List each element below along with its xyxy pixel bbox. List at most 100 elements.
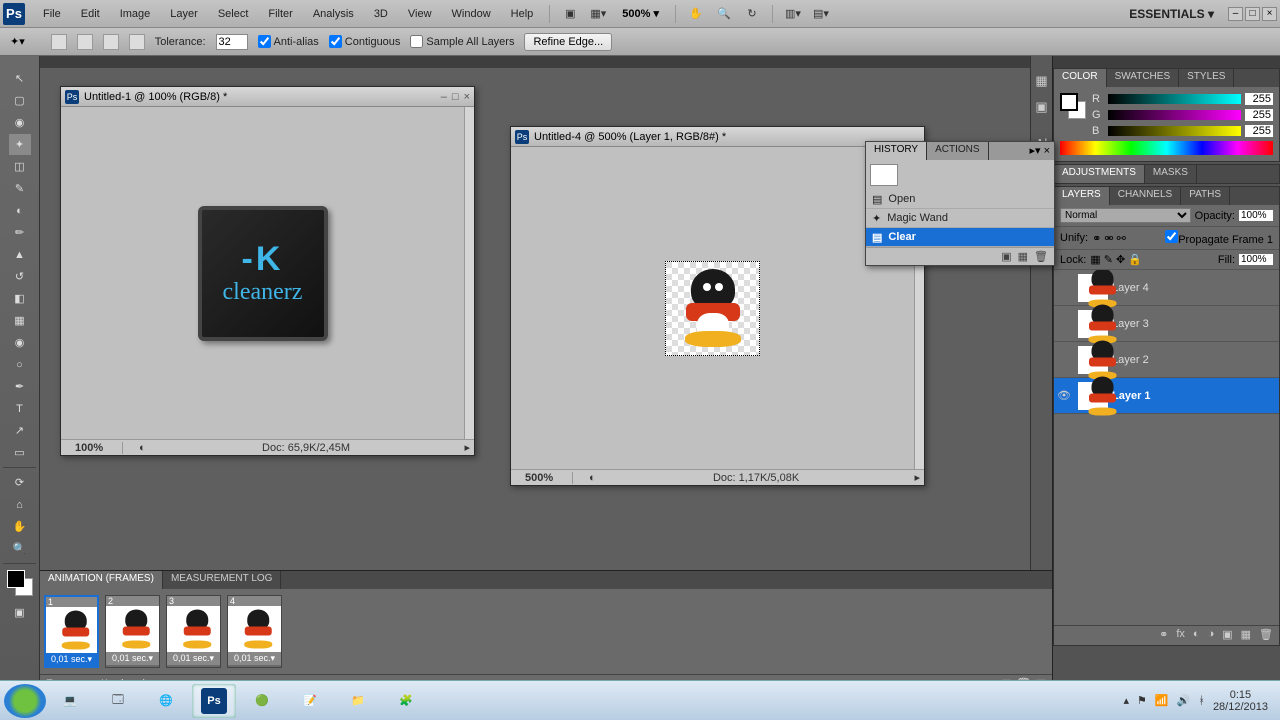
history-brush-tool[interactable]: ↺ xyxy=(9,266,31,287)
menu-select[interactable]: Select xyxy=(208,8,259,20)
masks-tab[interactable]: MASKS xyxy=(1145,165,1197,183)
menu-image[interactable]: Image xyxy=(110,8,161,20)
doc2-zoom[interactable]: 500% xyxy=(521,472,573,484)
propagate-checkbox[interactable]: Propagate Frame 1 xyxy=(1165,230,1273,246)
tool-indicator-icon[interactable]: ✦▾ xyxy=(10,35,25,48)
tb-desktop-icon[interactable]: 🗔 xyxy=(96,684,140,718)
menu-filter[interactable]: Filter xyxy=(258,8,302,20)
layer-3[interactable]: Layer 3 xyxy=(1054,306,1279,342)
fill-input[interactable]: 100% xyxy=(1239,254,1273,265)
move-tool[interactable]: ↖ xyxy=(9,68,31,89)
layers-tab[interactable]: LAYERS xyxy=(1054,187,1110,205)
shape-tool[interactable]: ▭ xyxy=(9,442,31,463)
tb-app2-icon[interactable]: 🧩 xyxy=(384,684,428,718)
eraser-tool[interactable]: ◧ xyxy=(9,288,31,309)
unify-icons[interactable]: ⚭ ⚮ ⚯ xyxy=(1092,232,1126,245)
menu-layer[interactable]: Layer xyxy=(160,8,208,20)
menu-help[interactable]: Help xyxy=(501,8,544,20)
brushes-icon[interactable]: ▦ xyxy=(1031,68,1052,94)
launch-bridge-icon[interactable]: ▣ xyxy=(559,3,581,25)
history-magic-wand[interactable]: ✦Magic Wand xyxy=(866,209,1054,228)
tb-chrome-icon[interactable]: 🌐 xyxy=(144,684,188,718)
crop-tool[interactable]: ◫ xyxy=(9,156,31,177)
doc2-info-icon[interactable]: ◐ xyxy=(583,472,602,484)
menu-view[interactable]: View xyxy=(398,8,442,20)
workspace-switcher[interactable]: ESSENTIALS ▾ xyxy=(1129,7,1220,21)
frame-1[interactable]: 10,01 sec.▾ xyxy=(44,595,99,668)
new-selection-icon[interactable] xyxy=(51,34,67,50)
tray-network-icon[interactable]: 📶 xyxy=(1155,694,1169,707)
subtract-selection-icon[interactable] xyxy=(103,34,119,50)
actions-tab[interactable]: ACTIONS xyxy=(927,142,988,160)
menu-analysis[interactable]: Analysis xyxy=(303,8,364,20)
color-swatch[interactable] xyxy=(7,570,33,596)
intersect-selection-icon[interactable] xyxy=(129,34,145,50)
g-value[interactable]: 255 xyxy=(1245,109,1273,121)
dodge-tool[interactable]: ○ xyxy=(9,354,31,375)
fx-icon[interactable]: fx xyxy=(1176,628,1185,643)
tray-expand-icon[interactable]: ▴ xyxy=(1124,694,1130,707)
minimize-icon[interactable]: – xyxy=(1228,7,1243,21)
tray-bluetooth-icon[interactable]: ᚼ xyxy=(1198,695,1205,707)
doc1-close-icon[interactable]: × xyxy=(464,91,470,103)
stamp-tool[interactable]: ▲ xyxy=(9,244,31,265)
arrange-docs-icon[interactable]: ▦▾ xyxy=(587,3,609,25)
blend-mode[interactable]: Normal xyxy=(1060,208,1191,223)
tolerance-input[interactable] xyxy=(216,34,248,50)
clone-icon[interactable]: ▣ xyxy=(1031,94,1052,120)
link-icon[interactable]: ⚭ xyxy=(1159,628,1168,643)
channels-tab[interactable]: CHANNELS xyxy=(1110,187,1181,205)
document-2[interactable]: PsUntitled-4 @ 500% (Layer 1, RGB/8#) * … xyxy=(510,126,925,486)
layer-4[interactable]: Layer 4 xyxy=(1054,270,1279,306)
add-selection-icon[interactable] xyxy=(77,34,93,50)
layer-2[interactable]: Layer 2 xyxy=(1054,342,1279,378)
delete-layer-icon[interactable]: 🗑 xyxy=(1259,628,1273,643)
zoom-icon[interactable]: 🔍 xyxy=(713,3,735,25)
lasso-tool[interactable]: ◉ xyxy=(9,112,31,133)
b-value[interactable]: 255 xyxy=(1245,125,1273,137)
paths-tab[interactable]: PATHS xyxy=(1181,187,1230,205)
history-tab[interactable]: HISTORY xyxy=(866,142,927,160)
menu-file[interactable]: File xyxy=(33,8,71,20)
tb-word-icon[interactable]: 📝 xyxy=(288,684,332,718)
adjust-icon[interactable]: ◑ xyxy=(1208,628,1215,643)
new-doc-icon[interactable]: ▦ xyxy=(1018,250,1028,263)
doc1-scrollbar[interactable] xyxy=(464,107,474,439)
tb-folder-icon[interactable]: 📁 xyxy=(336,684,380,718)
tray-sound-icon[interactable]: 🔊 xyxy=(1177,694,1191,707)
history-clear[interactable]: ▤Clear xyxy=(866,228,1054,247)
hand-icon[interactable]: ✋ xyxy=(685,3,707,25)
rotate-icon[interactable]: ↻ xyxy=(741,3,763,25)
frame-3[interactable]: 30,01 sec.▾ xyxy=(166,595,221,668)
tray-clock[interactable]: 0:1528/12/2013 xyxy=(1213,689,1276,713)
workspace-icon[interactable]: ▤▾ xyxy=(810,3,832,25)
trash-icon[interactable]: 🗑 xyxy=(1034,250,1048,263)
blur-tool[interactable]: ◉ xyxy=(9,332,31,353)
quick-mask-icon[interactable]: ▣ xyxy=(9,602,31,623)
history-thumb[interactable] xyxy=(870,164,898,186)
history-open[interactable]: ▤Open xyxy=(866,190,1054,209)
color-tab[interactable]: COLOR xyxy=(1054,69,1107,87)
mask-icon[interactable]: ◐ xyxy=(1193,628,1200,643)
swatches-tab[interactable]: SWATCHES xyxy=(1107,69,1180,87)
panel-menu-icon[interactable]: ▸▾ × xyxy=(1025,142,1054,160)
r-value[interactable]: 255 xyxy=(1245,93,1273,105)
measurement-tab[interactable]: MEASUREMENT LOG xyxy=(163,571,282,589)
brush-tool[interactable]: ✏ xyxy=(9,222,31,243)
menu-window[interactable]: Window xyxy=(442,8,501,20)
3d-camera-tool[interactable]: ⌂ xyxy=(9,494,31,515)
doc1-max-icon[interactable]: □ xyxy=(452,91,459,103)
group-icon[interactable]: ▣ xyxy=(1222,628,1232,643)
doc1-info-icon[interactable]: ◐ xyxy=(133,442,152,454)
doc1-zoom[interactable]: 100% xyxy=(71,442,123,454)
tb-photoshop-icon[interactable]: Ps xyxy=(192,684,236,718)
contiguous-checkbox[interactable]: Contiguous xyxy=(329,35,401,48)
tray-flag-icon[interactable]: ⚑ xyxy=(1137,694,1147,707)
history-panel[interactable]: HISTORYACTIONS ▸▾ × ▤Open ✦Magic Wand ▤Cl… xyxy=(865,141,1055,266)
adjustments-tab[interactable]: ADJUSTMENTS xyxy=(1054,165,1145,183)
pen-tool[interactable]: ✒ xyxy=(9,376,31,397)
frame-2[interactable]: 20,01 sec.▾ xyxy=(105,595,160,668)
layer-1[interactable]: 👁Layer 1 xyxy=(1054,378,1279,414)
path-tool[interactable]: ↗ xyxy=(9,420,31,441)
lock-icons[interactable]: ▦ ✎ ✥ 🔒 xyxy=(1090,253,1142,266)
